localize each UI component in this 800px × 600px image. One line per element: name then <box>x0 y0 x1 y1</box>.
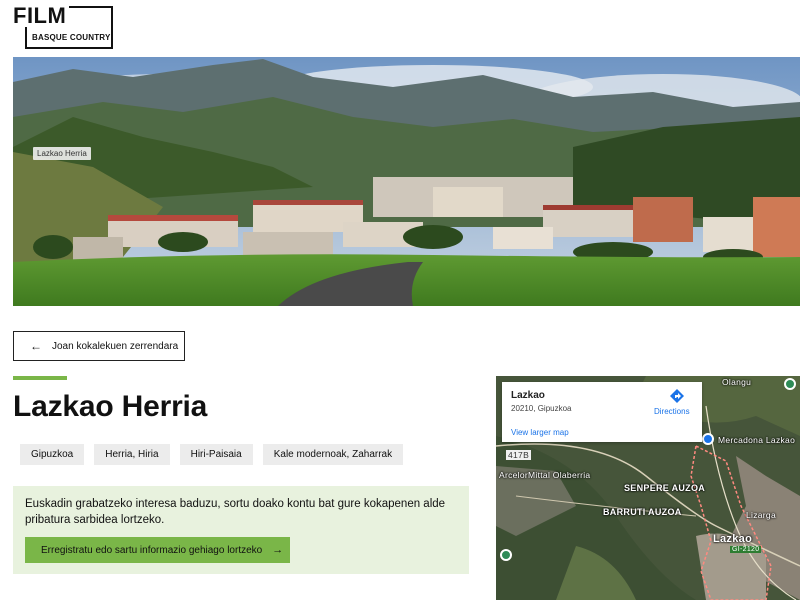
tag-item[interactable]: Hiri-Paisaia <box>179 444 253 465</box>
register-button[interactable]: Erregistratu edo sartu informazio gehiag… <box>25 537 290 563</box>
map-label-olangu: Olangu <box>722 377 752 387</box>
hero-landscape-illustration <box>13 57 800 306</box>
map-info-card: Lazkao 20210, Gipuzkoa View larger map D… <box>502 382 702 442</box>
tag-item[interactable]: Kale modernoak, Zaharrak <box>262 444 404 465</box>
map-label-mercadona: Mercadona Lazkao <box>718 435 796 445</box>
tag-item[interactable]: Gipuzkoa <box>20 444 85 465</box>
map-road-label: 417B <box>506 450 532 460</box>
map-label-town: Lazkao <box>713 533 753 545</box>
back-to-locations-button[interactable]: ← Joan kokalekuen zerrendara <box>13 331 185 361</box>
map-road-label-gi: GI-2120 <box>730 546 762 553</box>
map-label-senpere: SENPERE AUZOA <box>624 483 706 493</box>
view-larger-map-link[interactable]: View larger map <box>511 428 569 437</box>
hero-caption: Lazkao Herria <box>33 147 91 160</box>
tag-list: Gipuzkoa Herria, Hiria Hiri-Paisaia Kale… <box>20 444 404 465</box>
logo-subtitle: BASQUE COUNTRY <box>32 33 111 42</box>
hero-image: Lazkao Herria <box>13 57 800 306</box>
directions-link[interactable]: Directions <box>654 407 690 416</box>
arrow-left-icon: ← <box>30 339 42 353</box>
promo-text: Euskadin grabatzeko interesa baduzu, sor… <box>25 498 446 526</box>
directions-icon[interactable] <box>669 388 685 404</box>
title-accent-bar <box>13 376 67 380</box>
back-button-label: Joan kokalekuen zerrendara <box>52 340 179 352</box>
register-button-label: Erregistratu edo sartu informazio gehiag… <box>41 544 263 556</box>
map-label-barruti: BARRUTI AUZOA <box>603 507 682 517</box>
arrow-right-icon: → <box>272 544 284 556</box>
register-promo-box: Euskadin grabatzeko interesa baduzu, sor… <box>13 486 469 574</box>
map-place-address: 20210, Gipuzkoa <box>511 404 572 413</box>
site-logo[interactable]: FILM BASQUE COUNTRY <box>13 5 113 49</box>
page-title: Lazkao Herria <box>13 390 208 423</box>
map-label-lizarga: Lizarga <box>746 510 776 520</box>
map-place-name: Lazkao <box>511 390 545 401</box>
map-label-arcelor: ArcelorMittal Olaberria <box>499 470 591 480</box>
map-pin-icon[interactable] <box>784 378 796 390</box>
tag-item[interactable]: Herria, Hiria <box>94 444 170 465</box>
logo-film-text: FILM <box>13 5 70 27</box>
map-location-pin-icon[interactable] <box>500 549 512 561</box>
embedded-map[interactable]: Olangu Mercadona Lazkao 417B ArcelorMitt… <box>496 376 800 600</box>
map-store-pin-icon[interactable] <box>702 433 714 445</box>
